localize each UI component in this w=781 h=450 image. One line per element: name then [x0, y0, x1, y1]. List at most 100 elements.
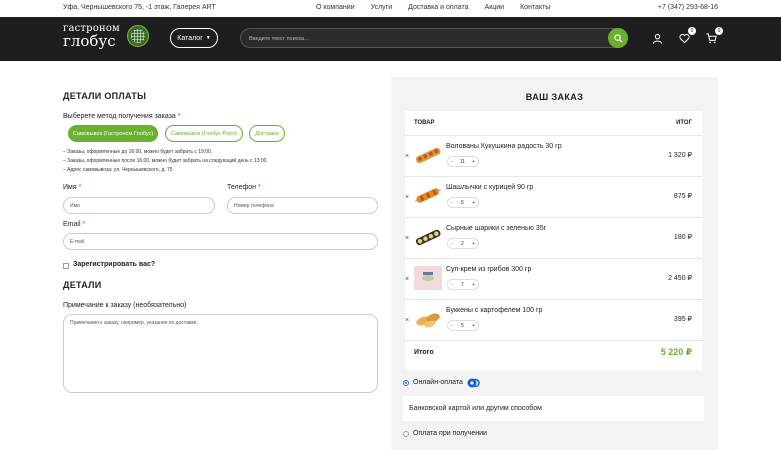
- decrease-qty-button[interactable]: -: [451, 200, 453, 206]
- phone-input[interactable]: [234, 201, 371, 211]
- order-item: × Волованы Кукушкина радость 30 гр - 11 …: [405, 135, 702, 176]
- cash-on-delivery-label[interactable]: Оплата при получении: [413, 430, 487, 437]
- account-button[interactable]: [649, 30, 665, 46]
- logo-line2: глобус: [63, 32, 116, 50]
- nav-link-contacts[interactable]: Контакты: [520, 4, 550, 11]
- decrease-qty-button[interactable]: -: [451, 159, 453, 165]
- product-image: [414, 184, 442, 208]
- increase-qty-button[interactable]: +: [472, 323, 475, 329]
- email-label-text: Email: [63, 221, 81, 228]
- wishlist-count-badge: 0: [688, 27, 696, 35]
- qty-value[interactable]: 5: [461, 200, 464, 206]
- details-title: ДЕТАЛИ: [63, 280, 102, 290]
- nav-link-promotions[interactable]: Акции: [485, 4, 505, 11]
- wishlist-button[interactable]: 0: [676, 27, 696, 46]
- phone-label: Телефон *: [227, 184, 261, 191]
- product-image: [414, 143, 442, 167]
- search-button[interactable]: [608, 28, 628, 48]
- remove-item-button[interactable]: ×: [405, 194, 409, 201]
- cart-button[interactable]: 0: [703, 27, 723, 46]
- item-name: Сырные шарики с зеленью 35г: [446, 225, 547, 232]
- payment-details-title: ДЕТАЛИ ОПЛАТЫ: [63, 91, 147, 101]
- increase-qty-button[interactable]: +: [472, 282, 475, 288]
- product-image-cheese-balls: [414, 225, 442, 249]
- phone-label-text: Телефон: [227, 184, 257, 191]
- pickup-method-label-text: Выберете метод получения заказа: [63, 113, 176, 120]
- heart-icon: [678, 33, 690, 43]
- decrease-qty-button[interactable]: -: [451, 282, 453, 288]
- divider: [405, 340, 702, 341]
- qty-value[interactable]: 11: [460, 159, 465, 165]
- remove-item-button[interactable]: ×: [405, 317, 409, 324]
- product-image-volovany: [414, 143, 442, 167]
- logo[interactable]: гастроном глобус: [63, 24, 120, 49]
- catalog-button[interactable]: Каталог ▼: [170, 28, 218, 48]
- name-field: [63, 197, 215, 214]
- email-input[interactable]: [70, 237, 371, 247]
- online-payment-radio[interactable]: [403, 380, 409, 386]
- quantity-stepper: - 5 +: [447, 320, 479, 331]
- qty-value[interactable]: 7: [461, 282, 464, 288]
- decrease-qty-button[interactable]: -: [451, 241, 453, 247]
- top-nav: О компании Услуги Доставка и оплата Акци…: [316, 4, 566, 11]
- product-image: [414, 307, 442, 331]
- remove-item-button[interactable]: ×: [405, 153, 409, 160]
- item-name: Шашлычки с курицей 90 гр: [446, 184, 534, 191]
- quantity-stepper: - 2 +: [447, 238, 479, 249]
- email-field: [63, 233, 378, 250]
- user-icon: [652, 33, 662, 44]
- qty-value[interactable]: 5: [461, 323, 464, 329]
- search-icon: [613, 33, 623, 43]
- order-comment-field: [63, 314, 378, 393]
- pickup-note: – Адрес самовывоза: ул. Чернышевского, д…: [63, 167, 173, 173]
- nav-link-delivery[interactable]: Доставка и оплата: [408, 4, 468, 11]
- order-item: × Буккены с картофелем 100 гр - 5 + 395 …: [405, 299, 702, 340]
- pickup-method-label: Выберете метод получения заказа *: [63, 113, 181, 120]
- store-address: Уфа, Чернышевского 75, -1 этаж, Галерея …: [63, 4, 216, 11]
- cart-count-badge: 0: [715, 27, 723, 35]
- name-label: Имя *: [63, 184, 81, 191]
- method-pickup-point[interactable]: Самовывоз (Глобус Point): [165, 125, 243, 142]
- increase-qty-button[interactable]: +: [472, 241, 475, 247]
- phone-number[interactable]: +7 (347) 293-68-16: [658, 4, 718, 11]
- pickup-note: – Заказы, оформленные после 16:00, можно…: [63, 158, 268, 164]
- order-table: ТОВАР ИТОГ × Волованы Кукушкина радость …: [405, 111, 702, 370]
- qty-value[interactable]: 2: [461, 241, 464, 247]
- nav-link-about[interactable]: О компании: [316, 4, 355, 11]
- order-comment-input[interactable]: [70, 320, 370, 386]
- nav-link-services[interactable]: Услуги: [371, 4, 393, 11]
- order-title: ВАШ ЗАКАЗ: [525, 92, 584, 102]
- register-checkbox[interactable]: [63, 263, 69, 269]
- remove-item-button[interactable]: ×: [405, 235, 409, 242]
- item-name: Буккены с картофелем 100 гр: [446, 307, 543, 314]
- name-input[interactable]: [70, 201, 208, 211]
- online-payment-label[interactable]: Онлайн-оплата: [413, 379, 463, 386]
- pickup-note: – Заказы, оформленные до 16:00, можно бу…: [63, 149, 213, 155]
- search-input[interactable]: [249, 33, 609, 44]
- quantity-stepper: - 11 +: [447, 156, 479, 167]
- required-mark: *: [82, 221, 86, 228]
- item-name: Волованы Кукушкина радость 30 гр: [446, 143, 562, 150]
- item-price: 395 ₽: [673, 316, 692, 323]
- column-header-product: ТОВАР: [414, 120, 435, 126]
- required-mark: *: [177, 113, 181, 120]
- total-label: Итого: [414, 349, 434, 356]
- globe-logo-icon: [127, 25, 149, 47]
- order-comment-label: Примечание к заказу (необязательно): [63, 302, 187, 309]
- item-name: Суп-крем из грибов 300 гр: [446, 266, 532, 273]
- required-mark: *: [258, 184, 261, 191]
- increase-qty-button[interactable]: +: [472, 200, 475, 206]
- method-delivery[interactable]: Доставка: [249, 125, 285, 142]
- product-image: [414, 266, 442, 290]
- top-info-bar: Уфа, Чернышевского 75, -1 этаж, Галерея …: [0, 0, 781, 17]
- product-image-mushroom-soup: [414, 266, 442, 290]
- search-bar: [240, 28, 628, 48]
- cash-on-delivery-radio[interactable]: [403, 431, 409, 437]
- increase-qty-button[interactable]: +: [472, 159, 475, 165]
- decrease-qty-button[interactable]: -: [451, 323, 453, 329]
- email-label: Email *: [63, 221, 85, 228]
- order-item: × Шашлычки с курицей 90 гр - 5 + 875 ₽: [405, 176, 702, 217]
- remove-item-button[interactable]: ×: [405, 276, 409, 283]
- product-image: [414, 225, 442, 249]
- method-pickup-gastronom[interactable]: Самовывоз (Гастроном Глобус): [68, 125, 158, 142]
